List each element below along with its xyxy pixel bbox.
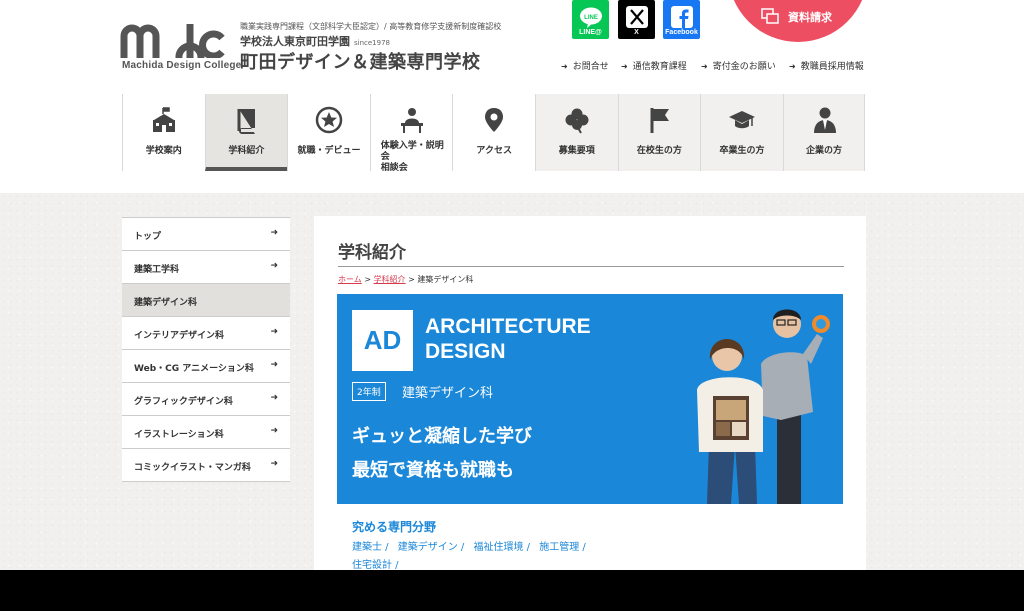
department-english-title: ARCHITECTURE DESIGN — [425, 315, 591, 363]
nav-open-campus[interactable]: 体験入学・説明会 相談会 — [369, 94, 453, 173]
main-content: 学科紹介 ホーム > 学科紹介 > 建築デザイン科 AD ARCHITECTUR… — [314, 216, 866, 571]
nav-label: 就職・デビュー — [297, 146, 361, 156]
businessman-icon — [813, 107, 836, 133]
breadcrumb-departments-link[interactable]: 学科紹介 — [374, 275, 406, 284]
util-link-contact[interactable]: ➜ お問合せ — [561, 59, 609, 72]
util-link-correspondence[interactable]: ➜ 通信教育課程 — [621, 59, 687, 72]
x-button[interactable]: X — [618, 0, 655, 39]
mdc-logo-mark — [120, 24, 225, 58]
line-label: LINE@ — [579, 29, 602, 36]
side-item-comic-manga[interactable]: コミックイラスト・マンガ科 ➜ — [122, 449, 290, 482]
breadcrumb-current: 建築デザイン科 — [417, 275, 474, 284]
line-button[interactable]: LINE LINE@ — [572, 0, 609, 39]
book-icon — [237, 109, 255, 134]
field-link-architecture-design[interactable]: 建築デザイン / — [398, 542, 465, 553]
star-icon — [315, 106, 343, 134]
arrow-icon: ➜ — [561, 62, 568, 71]
line-icon: LINE — [579, 7, 602, 28]
nav-label: アクセス — [476, 146, 512, 156]
nav-career[interactable]: 就職・デビュー — [287, 94, 370, 171]
side-item-graphic-design[interactable]: グラフィックデザイン科 ➜ — [122, 383, 290, 416]
global-nav: 学校案内 学科紹介 就職・デビュー 体験入学・説明会 相談会 アクセス 募集要項… — [122, 94, 866, 173]
nav-access[interactable]: アクセス — [452, 94, 535, 171]
nav-departments[interactable]: 学科紹介 — [204, 94, 288, 171]
flag-icon — [650, 108, 669, 133]
hero-catchphrase-2: 最短で資格も就職も — [352, 460, 514, 481]
program-years-badge: 2年制 — [352, 382, 386, 401]
graduation-cap-icon — [729, 111, 756, 129]
x-label: X — [634, 29, 639, 36]
arrow-icon: ➜ — [270, 327, 278, 337]
request-label: 資料請求 — [788, 11, 832, 24]
department-hero-banner: AD ARCHITECTURE DESIGN 2年制 建築デザイン科 ギュッと凝… — [337, 294, 843, 504]
department-badge: AD — [352, 310, 413, 371]
desk-icon — [400, 108, 423, 133]
nav-label: 卒業生の方 — [719, 146, 765, 156]
nav-school-guide[interactable]: 学校案内 — [122, 94, 205, 171]
breadcrumb-separator: > — [364, 275, 372, 284]
clover-icon — [565, 108, 589, 134]
side-item-architectural-engineering[interactable]: 建築工学科 ➜ — [122, 251, 290, 284]
students-photo — [697, 309, 830, 504]
logo[interactable]: Machida Design College — [120, 18, 241, 78]
arrow-icon: ➜ — [270, 228, 278, 238]
breadcrumb-home-link[interactable]: ホーム — [338, 275, 362, 284]
hero-catchphrase-1: ギュッと凝縮した学び — [352, 426, 532, 447]
nav-label: 企業の方 — [806, 146, 843, 156]
nav-admissions[interactable]: 募集要項 — [534, 94, 618, 171]
field-link-architect[interactable]: 建築士 / — [352, 542, 389, 553]
arrow-icon: ➜ — [270, 360, 278, 370]
util-link-recruit[interactable]: ➜ 教職員採用情報 — [789, 59, 864, 72]
arrow-icon: ➜ — [270, 393, 278, 403]
nav-label: 募集要項 — [558, 146, 595, 156]
facebook-button[interactable]: Facebook — [663, 0, 700, 39]
side-item-architecture-design[interactable]: 建築デザイン科 — [122, 284, 290, 317]
documents-icon — [761, 8, 779, 24]
since-label: since1978 — [354, 39, 390, 47]
nav-graduates[interactable]: 卒業生の方 — [700, 94, 783, 171]
arrow-icon: ➜ — [701, 62, 708, 71]
facebook-label: Facebook — [665, 29, 698, 36]
school-corporation: 学校法人東京町田学園 since1978 — [240, 35, 390, 48]
department-name: 建築デザイン科 — [402, 386, 494, 401]
side-menu: トップ ➜ 建築工学科 ➜ 建築デザイン科 インテリアデザイン科 ➜ Web・CG ア… — [122, 217, 290, 482]
side-item-interior-design[interactable]: インテリアデザイン科 ➜ — [122, 317, 290, 350]
title-divider — [338, 266, 844, 267]
school-icon — [153, 107, 175, 132]
facebook-icon — [670, 6, 693, 28]
field-link-welfare-housing[interactable]: 福祉住環境 / — [474, 542, 531, 553]
arrow-icon: ➜ — [270, 459, 278, 469]
nav-label: 在校生の方 — [636, 146, 682, 156]
nav-companies[interactable]: 企業の方 — [782, 94, 866, 171]
breadcrumb: ホーム > 学科紹介 > 建築デザイン科 — [338, 274, 473, 285]
arrow-icon: ➜ — [270, 426, 278, 436]
breadcrumb-separator: > — [408, 275, 415, 284]
page-title: 学科紹介 — [338, 243, 406, 263]
nav-label: 学校案内 — [145, 146, 182, 156]
fields-heading: 究める専門分野 — [352, 520, 437, 534]
school-certification: 職業実践専門課程（文部科学大臣認定）/ 高等教育修学支援新制度確認校 — [240, 22, 502, 31]
logo-subtitle: Machida Design College — [122, 60, 242, 71]
school-name: 町田デザイン＆建築専門学校 — [240, 52, 481, 73]
side-item-top[interactable]: トップ ➜ — [122, 218, 290, 251]
x-icon — [625, 6, 648, 28]
side-item-web-cg-animation[interactable]: Web・CG アニメーション科 ➜ — [122, 350, 290, 383]
bottom-letterbox — [0, 570, 1024, 611]
svg-text:LINE: LINE — [584, 15, 598, 21]
nav-label: 学科紹介 — [228, 146, 265, 156]
map-pin-icon — [485, 108, 504, 132]
util-link-donation[interactable]: ➜ 寄付金のお願い — [701, 59, 776, 72]
arrow-icon: ➜ — [270, 261, 278, 271]
arrow-icon: ➜ — [621, 62, 628, 71]
side-item-illustration[interactable]: イラストレーション科 ➜ — [122, 416, 290, 449]
field-link-construction-management[interactable]: 施工管理 / — [539, 542, 586, 553]
nav-label: 体験入学・説明会 相談会 — [380, 141, 444, 173]
arrow-icon: ➜ — [789, 62, 796, 71]
nav-students[interactable]: 在校生の方 — [617, 94, 701, 171]
